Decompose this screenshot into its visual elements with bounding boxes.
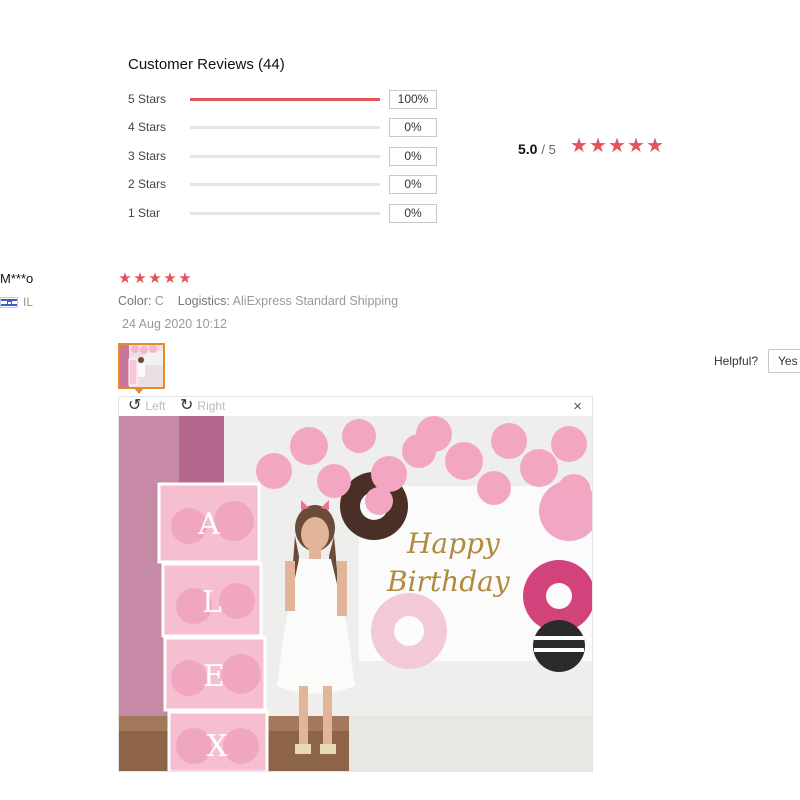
rotate-left-icon: ↺ [128, 397, 142, 414]
rotate-left-button[interactable]: ↺ Left [128, 398, 165, 414]
rating-row-4: 4 Stars 0% [128, 118, 448, 138]
reviewer-country: IL [23, 295, 34, 309]
photo-text-happy: Happy [406, 527, 501, 560]
rating-bar [190, 212, 380, 215]
rotate-right-button[interactable]: ↻ Right [180, 398, 225, 414]
rating-percent: 0% [389, 175, 437, 194]
review-date: 24 Aug 2020 10:12 [122, 317, 227, 331]
rating-row-label: 1 Star [128, 206, 161, 220]
rating-row-5: 5 Stars 100% [128, 90, 448, 110]
close-icon[interactable]: × [573, 398, 582, 415]
star-icon: ★ [570, 135, 588, 157]
reviews-title: Customer Reviews (44) [128, 56, 285, 73]
average-score: 5.0 / 5 [518, 141, 556, 157]
rotate-left-label: Left [145, 399, 166, 413]
rating-percent: 100% [389, 90, 437, 109]
thumbnail-caret-icon [134, 388, 144, 394]
logistics-value: AliExpress Standard Shipping [232, 294, 399, 308]
star-icon: ★ [589, 135, 607, 157]
photo-viewer: ↺ Left ↻ Right × Happy Birthday A L E X [118, 396, 593, 772]
rating-row-3: 3 Stars 0% [128, 147, 448, 167]
review-stars: ★ ★ ★ ★ ★ [118, 271, 192, 286]
box-letter: X [206, 729, 228, 764]
israel-flag-icon [0, 297, 18, 308]
star-icon: ★ [608, 135, 626, 157]
rating-bar [190, 126, 380, 129]
rating-percent: 0% [389, 147, 437, 166]
box-letter: A [197, 507, 220, 542]
rating-bar [190, 98, 380, 101]
star-icon: ★ [163, 270, 177, 287]
star-icon: ★ [646, 135, 664, 157]
reviewer-name: M***o [0, 271, 34, 286]
average-denominator: / 5 [541, 142, 556, 157]
review-photo-thumbnail[interactable] [118, 343, 165, 389]
average-stars: ★ ★ ★ ★ ★ [570, 135, 664, 157]
rating-bar [190, 183, 380, 186]
box-letter: E [203, 659, 225, 694]
review-meta: Color: C Logistics: AliExpress Standard … [118, 294, 398, 308]
helpful-label: Helpful? [714, 354, 759, 368]
rating-row-label: 4 Stars [128, 120, 167, 134]
logistics-label: Logistics: [177, 294, 230, 308]
rating-row-label: 3 Stars [128, 149, 167, 163]
star-icon: ★ [627, 135, 645, 157]
helpful-yes-button[interactable]: Yes [768, 349, 800, 373]
photo-text-birthday: Birthday [386, 565, 511, 598]
rating-percent: 0% [389, 204, 437, 223]
average-value: 5.0 [518, 141, 538, 157]
rating-percent: 0% [389, 118, 437, 137]
box-letter: L [202, 585, 222, 620]
rating-bar [190, 155, 380, 158]
star-icon: ★ [148, 270, 162, 287]
thumbnail-image [120, 345, 163, 387]
photo-viewer-toolbar: ↺ Left ↻ Right × [119, 397, 592, 417]
rotate-right-label: Right [197, 399, 226, 413]
review-photo: Happy Birthday A L E X [119, 416, 592, 771]
star-icon: ★ [133, 270, 147, 287]
color-value: C [154, 294, 164, 308]
star-icon: ★ [178, 270, 192, 287]
rating-bar-fill [190, 98, 380, 101]
rating-row-label: 2 Stars [128, 177, 167, 191]
rating-row-label: 5 Stars [128, 92, 167, 106]
color-label: Color: [118, 294, 152, 308]
rotate-right-icon: ↻ [180, 397, 194, 414]
rating-row-1: 1 Star 0% [128, 204, 448, 224]
rating-row-2: 2 Stars 0% [128, 175, 448, 195]
star-icon: ★ [118, 270, 132, 287]
